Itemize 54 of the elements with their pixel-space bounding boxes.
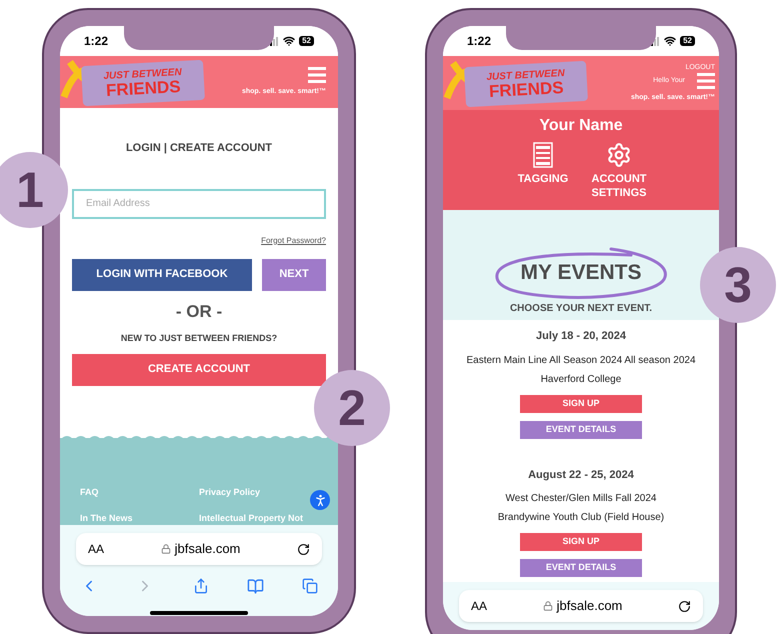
sign-up-button[interactable]: SIGN UP xyxy=(520,394,642,412)
footer-link[interactable]: FAQ xyxy=(80,486,99,500)
settings-icon xyxy=(606,142,632,168)
address-bar[interactable]: AA jbfsale.com xyxy=(76,533,322,565)
text-size-button[interactable]: AA xyxy=(88,540,104,558)
signup-prompt: NEW TO JUST BETWEEN FRIENDS? xyxy=(120,332,278,345)
footer-link[interactable]: In The News xyxy=(80,512,133,525)
events-subtitle: CHOOSE YOUR NEXT EVENT. xyxy=(510,302,652,316)
tag-sheet-icon xyxy=(533,142,553,168)
url-text: jbfsale.com xyxy=(556,597,622,616)
bookmarks-icon[interactable] xyxy=(246,578,264,594)
events-title: MY EVENTS xyxy=(520,260,642,286)
event-details-button[interactable]: EVENT DETAILS xyxy=(520,420,642,438)
address-bar[interactable]: AA jbfsale.com xyxy=(459,590,703,622)
text-size-button[interactable]: AA xyxy=(471,597,488,615)
event-name: West Chester/Glen Mills Fall 2024 xyxy=(506,492,656,506)
facebook-login-button[interactable]: LOGIN WITH FACEBOOK xyxy=(72,258,252,290)
forgot-password-link[interactable]: Forgot Password? xyxy=(261,234,326,246)
lock-icon xyxy=(160,544,171,554)
event-name: Eastern Main Line All Season 2024 All season 2024 xyxy=(466,354,696,368)
menu-icon[interactable] xyxy=(697,73,715,89)
reload-icon[interactable] xyxy=(678,600,691,612)
wifi-icon xyxy=(664,35,676,47)
step-number-badge: 2 xyxy=(314,370,390,446)
battery-indicator: 52 xyxy=(299,36,314,46)
event-venue: Haverford College xyxy=(540,372,622,386)
account-shortcut[interactable]: ACCOUNT SETTINGS xyxy=(589,142,649,200)
account-shortcut[interactable]: TAGGING xyxy=(513,142,573,200)
share-icon[interactable] xyxy=(192,578,208,594)
tabs-icon[interactable] xyxy=(302,578,318,594)
footer-link[interactable]: Intellectual Property Not xyxy=(199,512,304,525)
page-heading: LOGIN | CREATE ACCOUNT xyxy=(126,141,272,156)
url-text: jbfsale.com xyxy=(174,540,240,558)
wifi-icon xyxy=(283,35,296,47)
status-time: 1:22 xyxy=(84,33,108,50)
create-account-button[interactable]: CREATE ACCOUNT xyxy=(72,354,326,386)
sign-up-button[interactable]: SIGN UP xyxy=(520,533,642,551)
status-time: 1:22 xyxy=(467,33,492,50)
signal-icon xyxy=(267,36,280,46)
accessibility-button[interactable] xyxy=(310,490,330,510)
step-number-badge: 3 xyxy=(700,247,776,323)
footer-link[interactable]: Privacy Policy xyxy=(199,486,260,500)
next-button[interactable]: NEXT xyxy=(262,258,326,290)
email-field[interactable]: Email Address xyxy=(72,188,326,218)
reload-icon[interactable] xyxy=(296,542,310,556)
event-dates: August 22 - 25, 2024 xyxy=(528,468,634,482)
or-divider: - OR - xyxy=(176,300,222,322)
battery-indicator: 52 xyxy=(680,36,695,46)
event-details-button[interactable]: EVENT DETAILS xyxy=(520,559,642,577)
user-name: Your Name xyxy=(539,116,623,136)
menu-icon[interactable] xyxy=(308,66,326,83)
event-dates: July 18 - 20, 2024 xyxy=(536,329,626,344)
lock-icon xyxy=(542,601,553,611)
event-venue: Brandywine Youth Club (Field House) xyxy=(498,511,664,525)
